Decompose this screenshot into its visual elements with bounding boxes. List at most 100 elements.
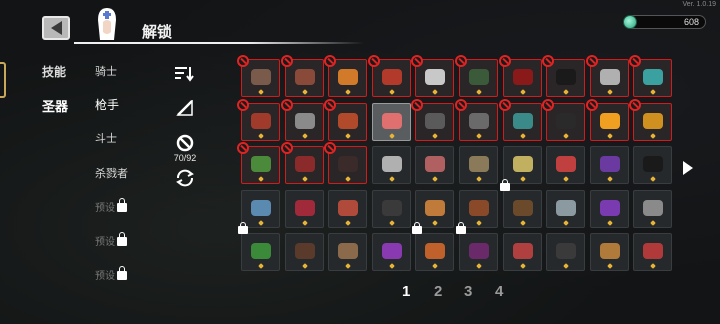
relic-slot[interactable] — [237, 99, 280, 141]
relic-slot[interactable] — [503, 233, 542, 271]
ban-icon — [586, 55, 598, 67]
relic-item-icon — [294, 113, 315, 130]
character-knight[interactable]: 骑士 — [95, 63, 117, 79]
relic-slot[interactable] — [324, 55, 367, 97]
relic-slot[interactable] — [281, 99, 324, 141]
relic-item-icon — [381, 156, 402, 173]
page-3[interactable]: 3 — [464, 283, 472, 300]
rarity-marker-icon — [519, 176, 526, 182]
preset-slot-3[interactable]: 预设 — [95, 266, 127, 282]
rarity-marker-icon — [344, 89, 351, 95]
character-gunner[interactable]: 枪手 — [95, 96, 119, 113]
relic-slot[interactable] — [285, 190, 324, 228]
rarity-marker-icon — [388, 263, 395, 269]
relic-slot[interactable] — [459, 190, 498, 228]
reset-button[interactable] — [170, 169, 200, 192]
preset-slot-2[interactable]: 预设 — [95, 232, 127, 248]
relic-slot[interactable] — [455, 99, 498, 141]
relic-item-icon — [599, 243, 620, 260]
relic-slot[interactable] — [415, 146, 454, 184]
rarity-marker-icon — [606, 89, 613, 95]
relic-item-icon — [424, 200, 445, 217]
next-page-arrow-icon[interactable] — [683, 161, 693, 175]
relic-slot[interactable] — [328, 233, 367, 271]
unlocked-count: 70/92 — [173, 153, 197, 163]
back-button[interactable] — [42, 16, 70, 40]
relic-slot[interactable] — [285, 233, 324, 271]
relic-slot[interactable] — [633, 233, 672, 271]
relic-slot[interactable] — [372, 103, 411, 141]
tab-relics[interactable]: 圣器 — [42, 96, 68, 115]
rarity-marker-icon — [344, 176, 351, 182]
relic-item-icon — [512, 113, 533, 130]
relic-item-icon — [468, 243, 489, 260]
relic-slot[interactable] — [241, 190, 280, 228]
rarity-marker-icon — [606, 263, 613, 269]
relic-slot[interactable] — [237, 142, 280, 184]
page-1[interactable]: 1 — [402, 283, 410, 300]
relic-item-icon — [599, 156, 620, 173]
relic-slot[interactable] — [629, 99, 672, 141]
relic-slot[interactable] — [411, 99, 454, 141]
page-2[interactable]: 2 — [434, 283, 442, 300]
relic-slot[interactable] — [586, 55, 629, 97]
relic-item-icon — [468, 156, 489, 173]
sort-button[interactable] — [170, 66, 200, 87]
relic-slot[interactable] — [633, 146, 672, 184]
rarity-marker-icon — [519, 89, 526, 95]
relic-slot[interactable] — [629, 55, 672, 97]
relic-slot[interactable] — [324, 142, 367, 184]
rarity-marker-icon — [257, 220, 264, 226]
relic-slot[interactable] — [372, 190, 411, 228]
page-4[interactable]: 4 — [495, 283, 503, 300]
relic-slot[interactable] — [499, 99, 542, 141]
relic-slot[interactable] — [412, 222, 454, 271]
relic-slot[interactable] — [542, 99, 585, 141]
character-slayer[interactable]: 杀戮者 — [95, 165, 128, 181]
rarity-marker-icon — [649, 133, 656, 139]
relic-slot[interactable] — [546, 190, 585, 228]
relic-item-icon — [642, 113, 663, 130]
relic-slot[interactable] — [586, 99, 629, 141]
relic-item-icon — [512, 156, 533, 173]
relic-slot[interactable] — [415, 190, 454, 228]
category-indicator — [0, 62, 6, 98]
relic-slot[interactable] — [456, 222, 498, 271]
relic-slot[interactable] — [633, 190, 672, 228]
refresh-icon — [176, 169, 194, 187]
ban-icon — [629, 55, 641, 67]
character-fighter[interactable]: 斗士 — [95, 130, 117, 146]
relic-slot[interactable] — [590, 233, 629, 271]
tab-skills[interactable]: 技能 — [42, 63, 66, 80]
relic-slot[interactable] — [281, 55, 324, 97]
ban-icon — [237, 99, 249, 111]
rarity-marker-icon — [475, 176, 482, 182]
page-title: 解锁 — [142, 24, 173, 41]
relic-slot[interactable] — [238, 222, 280, 271]
relic-slot[interactable] — [542, 55, 585, 97]
ban-icon — [499, 99, 511, 111]
ban-icon — [411, 55, 423, 67]
relic-slot[interactable] — [324, 99, 367, 141]
relic-slot[interactable] — [503, 146, 542, 184]
relic-slot[interactable] — [328, 190, 367, 228]
relic-slot[interactable] — [455, 55, 498, 97]
relic-slot[interactable] — [459, 146, 498, 184]
lock-icon — [117, 232, 127, 246]
relic-slot[interactable] — [546, 146, 585, 184]
relic-slot[interactable] — [499, 55, 542, 97]
relic-slot[interactable] — [546, 233, 585, 271]
filter-button[interactable] — [170, 99, 200, 121]
relic-slot[interactable] — [590, 146, 629, 184]
relic-slot[interactable] — [500, 179, 542, 228]
relic-slot[interactable] — [281, 142, 324, 184]
relic-slot[interactable] — [237, 55, 280, 97]
relic-slot[interactable] — [411, 55, 454, 97]
relic-item-icon — [555, 113, 576, 130]
relic-slot[interactable] — [368, 55, 411, 97]
preset-slot-1[interactable]: 预设 — [95, 198, 127, 214]
currency-display: 608 — [623, 15, 706, 29]
relic-slot[interactable] — [372, 233, 411, 271]
relic-slot[interactable] — [372, 146, 411, 184]
relic-slot[interactable] — [590, 190, 629, 228]
